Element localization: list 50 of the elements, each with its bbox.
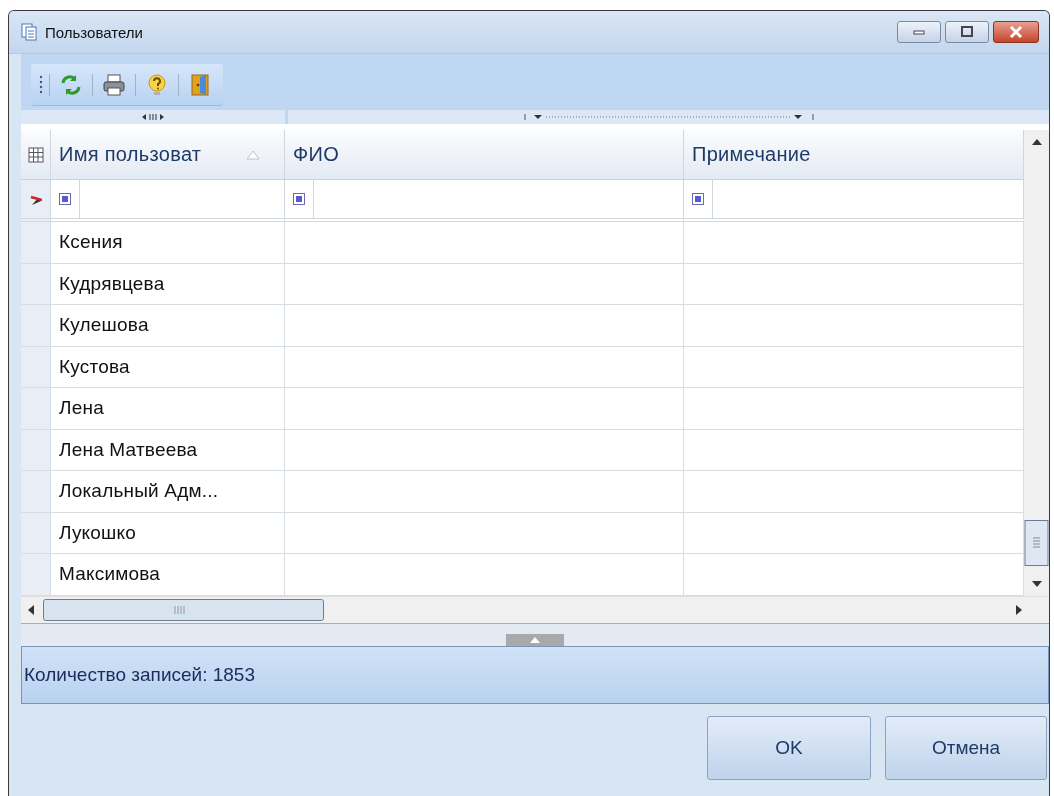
row-indicator[interactable]: [21, 346, 51, 388]
row-indicator[interactable]: [21, 554, 51, 596]
collapse-button[interactable]: [506, 633, 564, 646]
table-cell: Лена Матвеева: [51, 429, 285, 471]
row-indicator[interactable]: [21, 222, 51, 264]
status-bar: Количество записей: 1853: [21, 645, 1049, 704]
vertical-scrollbar[interactable]: [1024, 130, 1049, 596]
row-indicator[interactable]: [21, 429, 51, 471]
column-header[interactable]: Примечание: [684, 130, 1024, 180]
column-header[interactable]: Имя пользоват: [51, 130, 285, 180]
table-cell: Лена: [51, 388, 285, 430]
grip-icon: [39, 73, 43, 96]
filter-icon: [59, 193, 71, 205]
refresh-icon: [59, 72, 83, 97]
printer-icon: [102, 72, 126, 97]
table-cell: Кулешова: [51, 305, 285, 347]
filter-icon: [692, 193, 704, 205]
table-cell: Кудрявцева: [51, 263, 285, 305]
column-resize-icon: [142, 113, 164, 121]
scroll-up-icon: [1030, 138, 1043, 146]
ok-button[interactable]: OK: [707, 715, 871, 780]
scroll-right-icon: [1015, 604, 1023, 615]
maximize-button[interactable]: [945, 21, 989, 43]
column-chooser-icon: [27, 146, 44, 163]
document-icon: [21, 23, 37, 41]
table-cell: Локальный Адм...: [51, 471, 285, 513]
close-button[interactable]: [993, 21, 1039, 43]
horizontal-scrollbar[interactable]: [21, 595, 1049, 623]
column-header[interactable]: ФИО: [285, 130, 684, 180]
help-icon: [145, 72, 169, 97]
close-icon: [1009, 26, 1023, 38]
scroll-down-icon: [1030, 579, 1043, 588]
column-range-icon: [523, 113, 814, 121]
row-indicator[interactable]: [21, 471, 51, 513]
row-indicator[interactable]: [21, 305, 51, 347]
minimize-icon: [912, 27, 926, 37]
scroll-left-icon: [27, 604, 35, 615]
row-indicator[interactable]: [21, 388, 51, 430]
cancel-button[interactable]: Отмена: [885, 715, 1047, 780]
row-indicator[interactable]: [21, 263, 51, 305]
door-icon: [188, 72, 212, 97]
table-cell: Кустова: [51, 346, 285, 388]
table-cell: Лукошко: [51, 512, 285, 554]
caret-up-icon: [530, 636, 540, 643]
filter-icon: [293, 193, 305, 205]
table-cell: Максимова: [51, 554, 285, 596]
maximize-icon: [960, 26, 974, 38]
window-title: Пользователи: [45, 23, 144, 41]
row-indicator[interactable]: [21, 512, 51, 554]
table-cell: Ксения: [51, 222, 285, 264]
